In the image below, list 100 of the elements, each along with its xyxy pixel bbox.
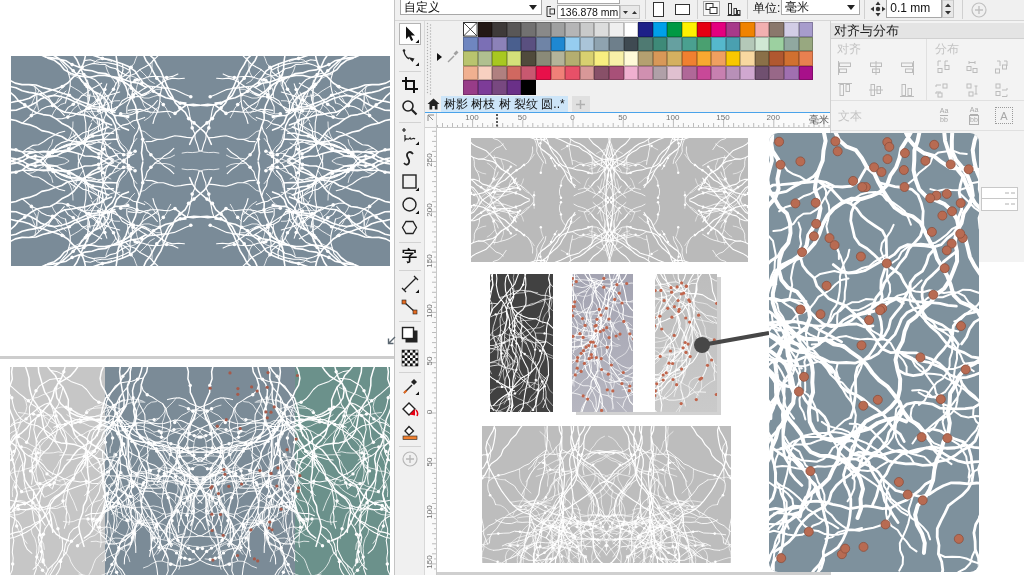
ruler-unit: 毫米 — [809, 114, 829, 125]
plus-icon — [576, 99, 586, 109]
distribute-center-h-icon[interactable] — [964, 60, 980, 76]
color-swatch[interactable] — [667, 22, 682, 37]
color-swatch[interactable] — [740, 22, 755, 37]
overlap-squares-icon[interactable] — [703, 1, 720, 16]
gripper-icon[interactable] — [426, 22, 432, 95]
flyout-arrow-icon[interactable] — [437, 53, 442, 61]
connector-line-icon[interactable] — [400, 298, 419, 316]
ruler-label: 200 — [766, 113, 780, 122]
align-right-icon[interactable] — [899, 60, 915, 76]
text-tool-button[interactable]: 字 — [398, 245, 421, 267]
spinner-arrows-icon[interactable] — [620, 5, 640, 19]
color-swatch[interactable] — [740, 51, 755, 66]
color-swatch[interactable] — [769, 22, 785, 37]
align-left-icon[interactable] — [837, 60, 853, 76]
align-center-h-icon[interactable] — [868, 60, 884, 76]
align-center-v-icon[interactable] — [868, 82, 884, 98]
caret-icon — [847, 4, 856, 10]
distribute-left-icon[interactable] — [935, 60, 951, 76]
color-swatch[interactable] — [565, 51, 580, 66]
circle-icon[interactable] — [400, 196, 419, 214]
checkerboard-icon[interactable] — [400, 349, 419, 367]
crop-icon[interactable] — [400, 76, 419, 94]
ruler-label: 50 — [517, 113, 527, 122]
tool-button[interactable] — [398, 23, 421, 45]
color-swatch[interactable] — [492, 22, 507, 37]
number-field[interactable] — [981, 187, 1018, 199]
node-edit-icon[interactable] — [400, 48, 419, 66]
no-color-swatch-icon[interactable] — [463, 22, 478, 37]
ruler-label: 100 — [426, 304, 434, 318]
color-swatch[interactable] — [594, 22, 609, 37]
distribute-center-v-icon[interactable] — [964, 82, 980, 98]
horizontal-ruler[interactable]: 100 50 0 50 100 150 200 毫米 — [437, 113, 830, 128]
ruler-label: 100 — [666, 113, 680, 122]
preset-dropdown[interactable]: 自定义 — [400, 0, 542, 15]
number-field[interactable] — [981, 199, 1018, 211]
ruler-label: 100 — [426, 505, 434, 519]
color-swatch[interactable] — [521, 22, 536, 37]
ruler-origin-icon[interactable] — [426, 114, 435, 122]
color-swatch[interactable] — [784, 51, 799, 66]
color-swatch[interactable] — [769, 51, 785, 66]
dimension-line-icon[interactable] — [400, 275, 419, 293]
plus-circle-icon[interactable] — [401, 451, 418, 467]
color-swatch[interactable] — [463, 80, 478, 95]
drawing-canvas[interactable] — [437, 128, 769, 572]
color-swatch[interactable] — [521, 51, 536, 66]
color-swatch[interactable] — [565, 22, 580, 37]
magnifier-icon[interactable] — [400, 99, 419, 117]
ruler-label: 50 — [426, 457, 434, 467]
color-swatch[interactable] — [711, 22, 726, 37]
height-field[interactable]: 136.878 mm — [557, 5, 620, 19]
color-swatch[interactable] — [784, 22, 799, 37]
align-bottom-icon[interactable] — [899, 82, 915, 98]
ruler-label: 0 — [570, 113, 575, 122]
dashed-marker-icon — [496, 114, 498, 127]
unit-label: 单位: — [753, 1, 781, 15]
corner-arrow-icon — [387, 336, 396, 345]
fill-bucket-icon[interactable] — [400, 423, 419, 441]
color-swatch[interactable] — [667, 51, 682, 66]
color-swatch[interactable] — [521, 80, 536, 95]
bars-icon[interactable] — [727, 1, 741, 16]
ruler-label: 50 — [618, 113, 628, 122]
distribute-top-icon[interactable] — [935, 82, 951, 98]
plus-circle-icon[interactable] — [971, 2, 988, 18]
color-swatch[interactable] — [711, 51, 726, 66]
ruler-label: 150 — [426, 253, 434, 268]
hexagon-icon[interactable] — [400, 219, 419, 237]
new-tab-button[interactable] — [571, 96, 590, 112]
shadow-square-icon[interactable] — [400, 326, 419, 344]
color-swatch[interactable] — [638, 22, 653, 37]
ruler-label: 200 — [426, 203, 434, 217]
align-top-icon[interactable] — [837, 82, 853, 98]
scrollbar[interactable] — [437, 572, 830, 575]
docker-title: 对齐与分布 — [831, 23, 1024, 39]
color-swatch[interactable] — [638, 51, 653, 66]
paint-bucket-icon[interactable] — [400, 400, 419, 418]
vertical-ruler[interactable]: 250 200 150 100 50 0 50 100 150 — [425, 128, 437, 575]
input-field[interactable] — [557, 0, 620, 4]
rectangle-icon[interactable] — [400, 173, 419, 191]
ruler-label: 100 — [465, 113, 479, 122]
ruler-label: 150 — [716, 113, 730, 122]
nudge-field[interactable]: 0.1 mm — [886, 0, 943, 18]
nudge-arrows-icon — [870, 1, 887, 17]
home-icon[interactable] — [427, 98, 440, 110]
color-swatch[interactable] — [492, 80, 507, 95]
color-swatch[interactable] — [492, 51, 507, 66]
caret-icon — [529, 4, 537, 10]
ruler-label: 250 — [426, 153, 434, 167]
freehand-line-icon[interactable] — [400, 127, 419, 145]
distribute-bottom-icon[interactable] — [993, 82, 1009, 98]
color-swatch[interactable] — [463, 51, 478, 66]
portrait-page-icon[interactable] — [653, 2, 664, 17]
unit-dropdown[interactable]: 毫米 — [781, 0, 861, 15]
spinner-arrows-icon[interactable] — [942, 0, 955, 18]
color-swatch[interactable] — [594, 51, 609, 66]
document-tab[interactable]: 树影 树枝 树 裂纹 圆..* — [441, 96, 568, 112]
ruler-label: 150 — [426, 555, 434, 570]
landscape-page-icon[interactable] — [675, 4, 690, 15]
distribute-right-icon[interactable] — [993, 60, 1009, 76]
